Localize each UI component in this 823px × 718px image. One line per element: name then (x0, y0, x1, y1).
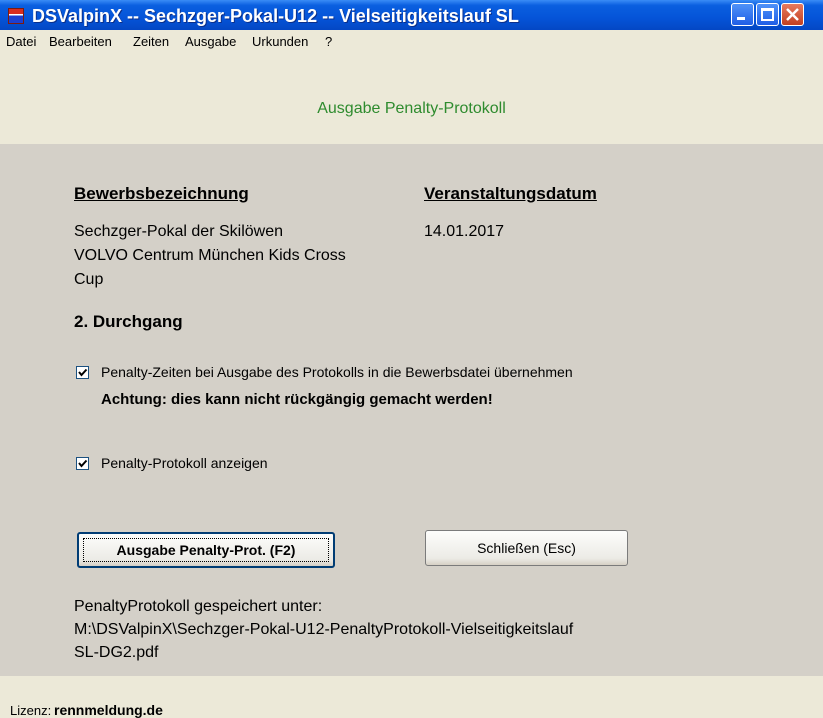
event-name-heading: Bewerbsbezeichnung (74, 184, 249, 203)
menu-bearbeiten[interactable]: Bearbeiten (49, 34, 112, 49)
menu-help[interactable]: ? (325, 34, 332, 49)
output-penalty-button[interactable]: Ausgabe Penalty-Prot. (F2) (77, 532, 335, 568)
close-button-label: Schließen (Esc) (477, 540, 576, 556)
menu-ausgabe[interactable]: Ausgabe (185, 34, 236, 49)
event-date: 14.01.2017 (424, 223, 505, 240)
minimize-icon (737, 17, 745, 20)
close-window-button[interactable] (781, 3, 804, 26)
license-value: rennmeldung.de (54, 702, 163, 718)
menu-zeiten[interactable]: Zeiten (133, 34, 169, 49)
event-name-line-2: VOLVO Centrum München Kids Cross (74, 247, 346, 264)
license-label: Lizenz: (10, 703, 52, 718)
menu-datei[interactable]: Datei (6, 34, 36, 49)
menu-bar: Datei Bearbeiten Zeiten Ausgabe Urkunden… (0, 30, 823, 52)
run-label: 2. Durchgang (74, 312, 183, 331)
maximize-icon (761, 8, 774, 21)
saved-path-line-3: SL-DG2.pdf (74, 644, 159, 661)
maximize-button[interactable] (756, 3, 779, 26)
saved-path-line-2: M:\DSValpinX\Sechzger-Pokal-U12-PenaltyP… (74, 621, 574, 638)
window-title: DSValpinX -- Sechzger-Pokal-U12 -- Viels… (32, 6, 519, 26)
warning-text: Achtung: dies kann nicht rückgängig gema… (101, 391, 493, 408)
minimize-button[interactable] (731, 3, 754, 26)
show-protocol-label[interactable]: Penalty-Protokoll anzeigen (101, 455, 268, 471)
saved-path-line-1: PenaltyProtokoll gespeichert unter: (74, 598, 323, 615)
close-icon (786, 8, 799, 21)
show-protocol-checkbox[interactable] (76, 457, 89, 470)
app-logo-icon[interactable] (8, 8, 24, 24)
event-date-heading: Veranstaltungsdatum (424, 184, 597, 203)
page-title: Ausgabe Penalty-Protokoll (317, 100, 506, 117)
transfer-penalty-label[interactable]: Penalty-Zeiten bei Ausgabe des Protokoll… (101, 364, 573, 380)
event-name-line-1: Sechzger-Pokal der Skilöwen (74, 223, 283, 240)
status-bar: Lizenz: rennmeldung.de (0, 676, 823, 718)
header-band (0, 52, 823, 144)
focus-rect (83, 538, 329, 562)
transfer-penalty-checkbox[interactable] (76, 366, 89, 379)
menu-urkunden[interactable]: Urkunden (252, 34, 308, 49)
close-button[interactable]: Schließen (Esc) (425, 530, 628, 566)
checkmark-icon (78, 368, 88, 377)
event-name-line-3: Cup (74, 271, 104, 288)
checkmark-icon (78, 459, 88, 468)
title-bar[interactable]: DSValpinX -- Sechzger-Pokal-U12 -- Viels… (0, 0, 823, 30)
